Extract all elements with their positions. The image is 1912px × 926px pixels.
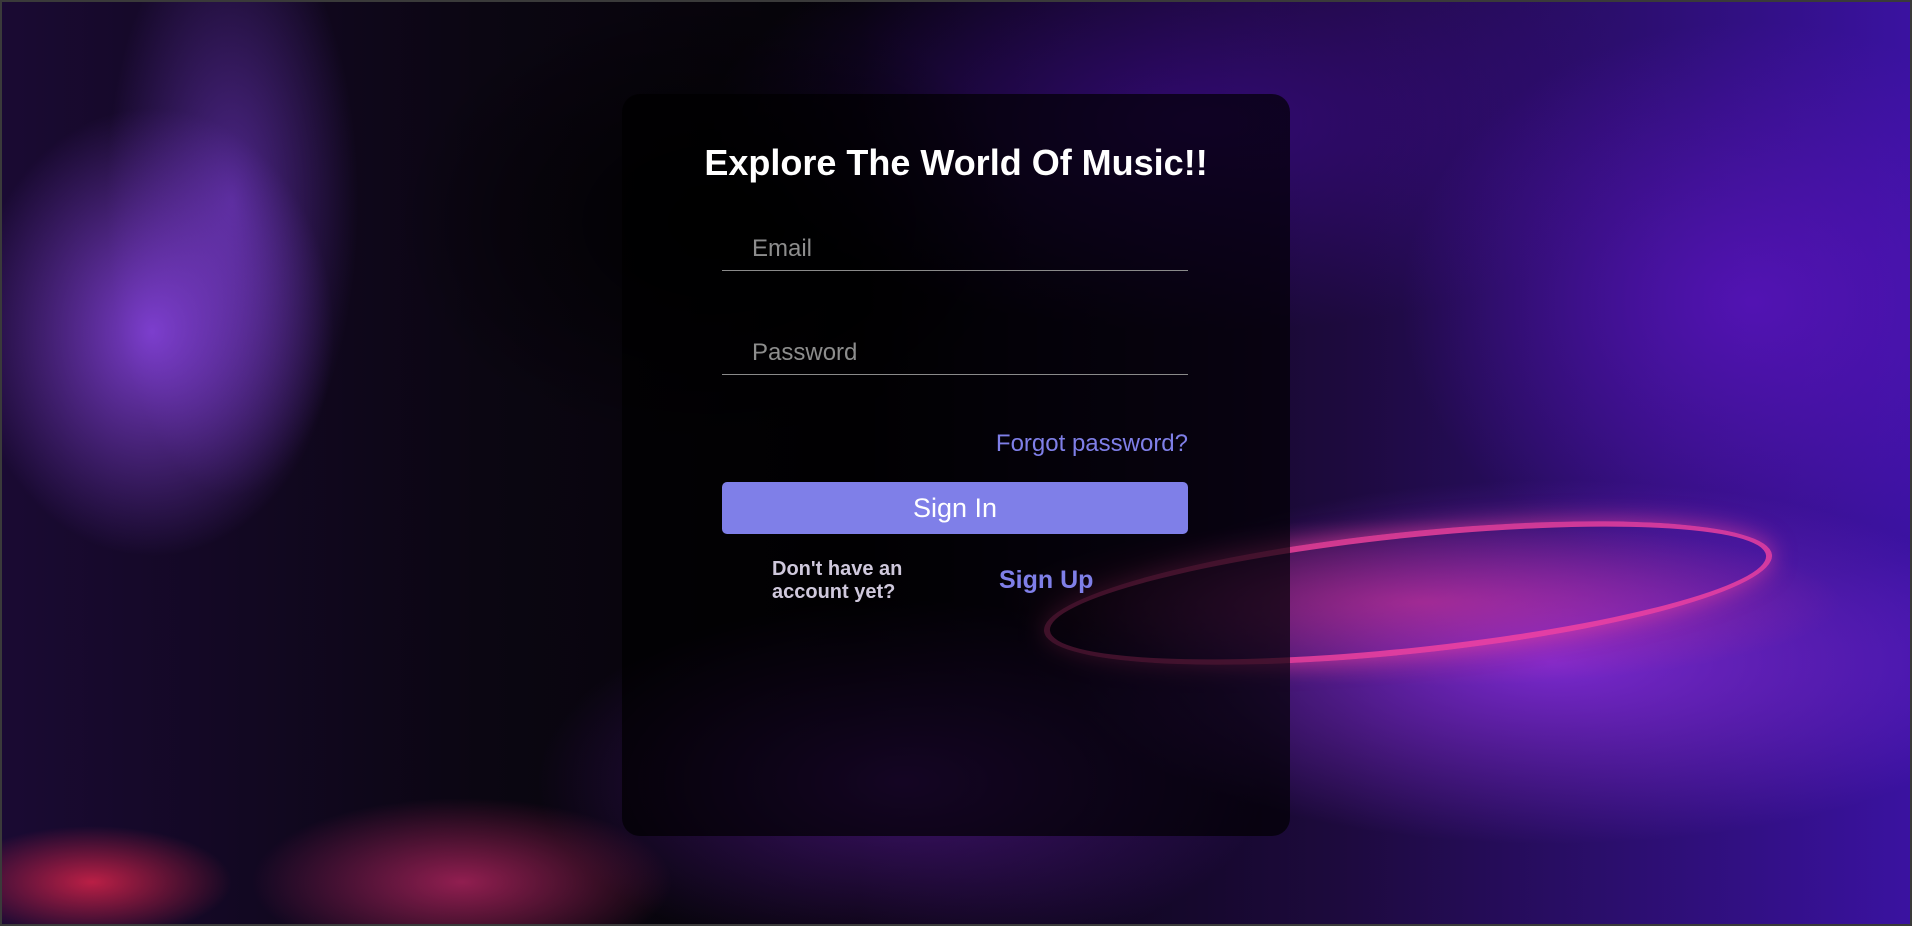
password-input[interactable] — [722, 332, 1188, 374]
email-field — [722, 228, 1188, 271]
login-panel: Explore The World Of Music!! Forgot pass… — [622, 94, 1290, 836]
login-page: Explore The World Of Music!! Forgot pass… — [0, 0, 1912, 926]
sign-up-link[interactable]: Sign Up — [999, 566, 1093, 595]
email-input[interactable] — [722, 228, 1188, 270]
sign-in-button[interactable]: Sign In — [722, 482, 1188, 534]
forgot-password-link[interactable]: Forgot password? — [996, 430, 1188, 458]
page-title: Explore The World Of Music!! — [704, 142, 1208, 183]
password-field — [722, 332, 1188, 375]
no-account-text: Don't have an account yet? — [772, 558, 903, 603]
